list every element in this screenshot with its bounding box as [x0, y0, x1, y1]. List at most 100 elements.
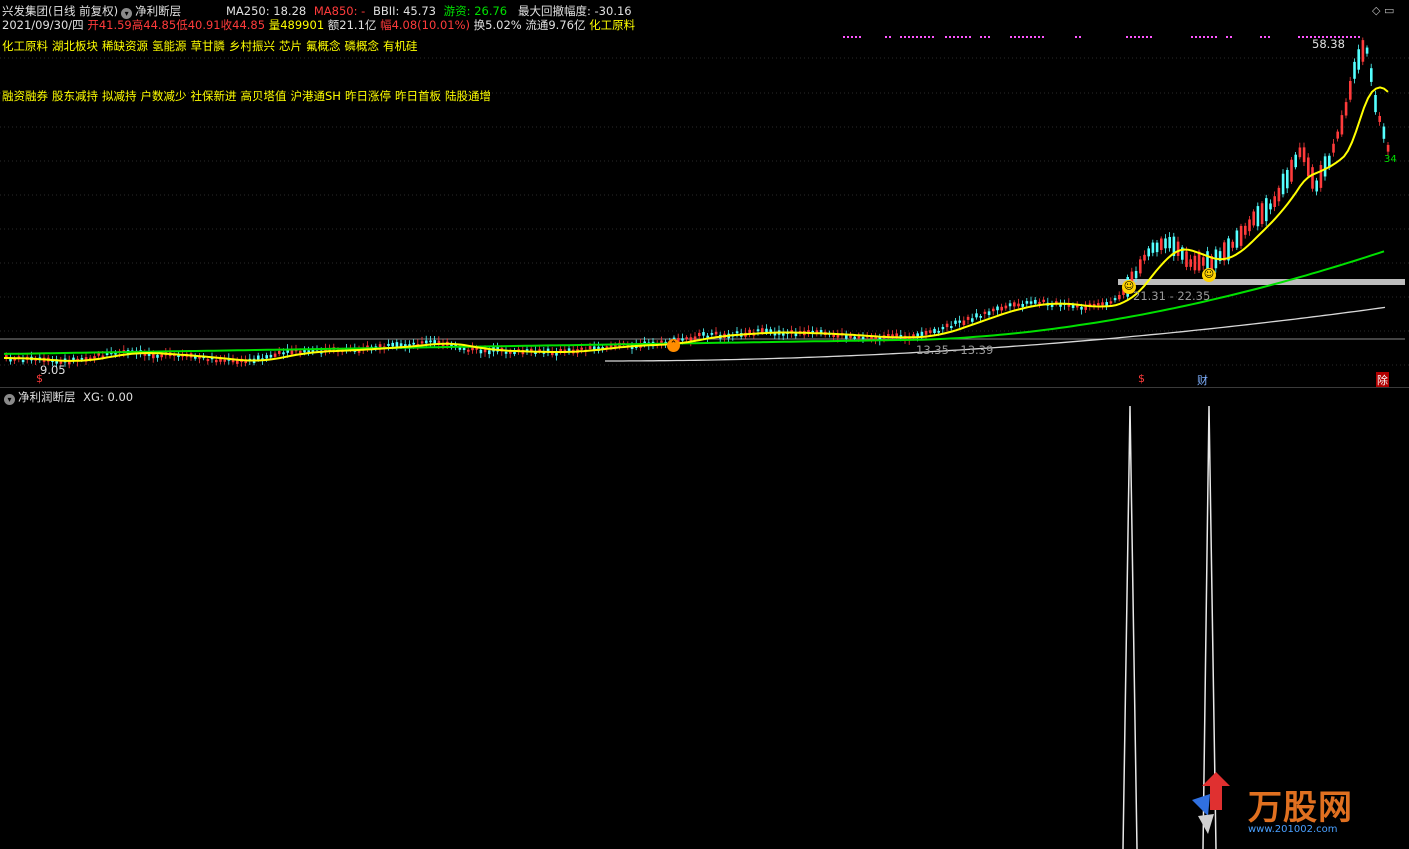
concept-tag[interactable]: 氢能源: [152, 39, 187, 53]
event-marker-ex-right[interactable]: 除: [1376, 372, 1389, 388]
concept-tag[interactable]: 芯片: [279, 39, 302, 53]
candle-body: [924, 330, 928, 335]
candle-body: [1361, 40, 1365, 62]
concept-tag[interactable]: 高贝塔值: [241, 89, 287, 103]
concept-tag[interactable]: 湖北板块: [52, 39, 98, 53]
signal-dot: [1298, 36, 1300, 38]
signal-dot: [1138, 36, 1140, 38]
turnover-label: 换: [473, 18, 486, 32]
candle-body: [156, 354, 159, 358]
open-label: 开: [87, 18, 99, 32]
concept-tag[interactable]: 乡村振兴: [229, 39, 275, 53]
candle-body: [93, 356, 96, 359]
ma-values: MA250: 18.28 MA850: - BBII: 45.73 游资: 26…: [226, 4, 507, 18]
concept-tag[interactable]: 昨日首板: [395, 89, 441, 103]
candle-body: [1071, 304, 1075, 308]
candle-body: [273, 353, 277, 357]
candle-body: [152, 353, 155, 359]
kline-chart[interactable]: [0, 0, 1409, 390]
event-marker-s[interactable]: $: [36, 372, 43, 385]
open-value: 41.59: [98, 18, 132, 32]
up-arrow-icon[interactable]: ⌃: [667, 339, 680, 352]
stock-name[interactable]: 兴发集团: [2, 4, 48, 18]
candle-body: [1151, 242, 1155, 253]
scroll-down-icon[interactable]: ▭: [1384, 4, 1394, 17]
signal-dot: [1264, 36, 1266, 38]
candle-body: [282, 352, 285, 355]
candle-body: [1323, 156, 1327, 177]
signal-dot: [932, 36, 934, 38]
signal-dot: [1075, 36, 1077, 38]
candle-body: [1155, 242, 1159, 253]
quote-bar: 2021/09/30/四 开41.59高44.85低40.91收44.85 量4…: [2, 18, 635, 32]
signal-dot: [920, 36, 922, 38]
concept-tag[interactable]: 沪港通SH: [291, 89, 341, 103]
concept-tag[interactable]: 有机硅: [383, 39, 418, 53]
signal-dot: [1203, 36, 1205, 38]
candle-body: [1197, 251, 1201, 271]
signal-dot: [1030, 36, 1032, 38]
concept-tag[interactable]: 陆股通增: [445, 89, 491, 103]
candle-body: [395, 342, 399, 347]
candle-body: [80, 358, 84, 360]
diamond-icon[interactable]: ◇: [1372, 4, 1380, 17]
bbii-label: BBII:: [372, 4, 404, 18]
concept-tag[interactable]: 股东减持: [52, 89, 98, 103]
candle-body: [1000, 306, 1003, 311]
signal-dot: [859, 36, 861, 38]
candle-body: [387, 343, 390, 346]
concept-tag[interactable]: 化工原料: [2, 39, 48, 53]
concept-tag[interactable]: 草甘膦: [191, 39, 226, 53]
concept-tag[interactable]: 拟减持: [102, 89, 137, 103]
concept-tag[interactable]: 稀缺资源: [102, 39, 148, 53]
candle-body: [958, 320, 961, 323]
concept-tag[interactable]: 社保新进: [191, 89, 237, 103]
candle-body: [1029, 301, 1033, 304]
concept-tag[interactable]: 磷概念: [345, 39, 380, 53]
signal-dot: [1038, 36, 1040, 38]
candle-body: [1097, 303, 1100, 306]
candle-body: [1273, 196, 1276, 207]
signal-dot: [1010, 36, 1012, 38]
sub-indicator-name[interactable]: 净利润断层: [18, 390, 76, 404]
signal-dot: [904, 36, 906, 38]
candle-body: [1269, 203, 1272, 210]
candle-body: [1160, 238, 1163, 250]
high-value: 44.85: [143, 18, 177, 32]
low-value: 40.91: [187, 18, 221, 32]
candle-body: [160, 354, 163, 358]
signal-dot: [900, 36, 902, 38]
signal-dot: [1191, 36, 1193, 38]
signal-dot: [1306, 36, 1308, 38]
candle-body: [685, 337, 688, 340]
candle-body: [937, 330, 940, 333]
signal-dots: [843, 36, 1360, 38]
candle-body: [1315, 180, 1318, 192]
period-label[interactable]: (日线 前复权): [48, 4, 118, 18]
event-marker-finance[interactable]: 财: [1197, 372, 1208, 388]
chevron-down-icon[interactable]: ▾: [4, 394, 15, 405]
concept-tag[interactable]: 融资融券: [2, 89, 48, 103]
panel-divider[interactable]: [0, 387, 1409, 388]
event-marker-s[interactable]: $: [1138, 372, 1145, 385]
chg-label: 幅: [380, 18, 392, 32]
signal-dot: [961, 36, 963, 38]
concept-tag[interactable]: 户数减少: [141, 89, 187, 103]
candle-body: [278, 350, 281, 354]
candle-body: [996, 306, 999, 311]
candle-body: [756, 329, 760, 332]
signal-dot: [916, 36, 918, 38]
candle-body: [735, 331, 739, 334]
concept-tag[interactable]: 昨日涨停: [345, 89, 391, 103]
signal-dot: [1207, 36, 1209, 38]
low-label: 低: [176, 18, 188, 32]
signal-dot: [953, 36, 955, 38]
indicator-name[interactable]: 净利断层: [135, 4, 181, 18]
smiley-icon[interactable]: ☺: [1202, 268, 1216, 282]
concept-tag[interactable]: 氟概念: [306, 39, 341, 53]
candle-body: [215, 359, 218, 363]
candle-body: [1252, 211, 1255, 226]
candle-body: [1013, 302, 1016, 307]
signal-dot: [1079, 36, 1081, 38]
smiley-icon[interactable]: ☺: [1122, 280, 1136, 294]
